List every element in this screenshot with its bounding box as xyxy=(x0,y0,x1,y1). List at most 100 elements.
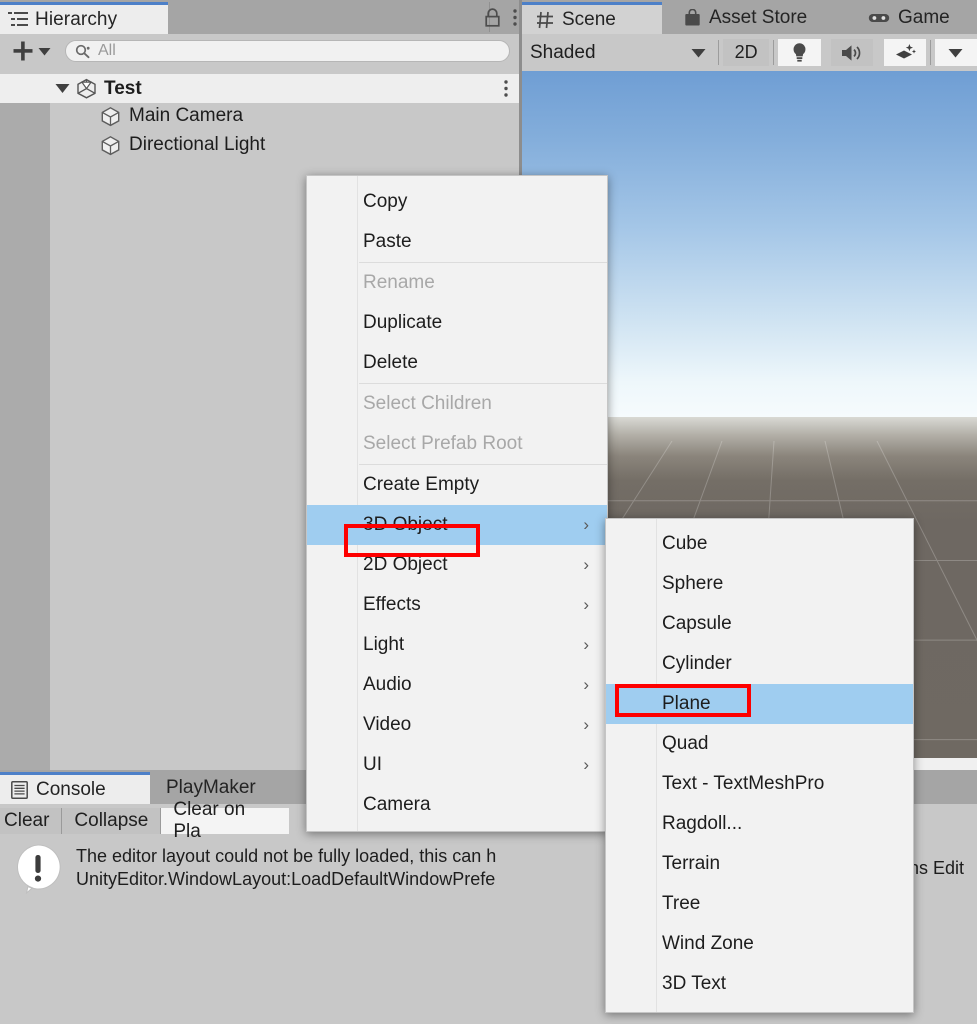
submenu-item-ragdoll[interactable]: Ragdoll... xyxy=(606,804,913,844)
tab-console[interactable]: Console xyxy=(0,772,150,804)
toolbar-separator xyxy=(877,40,880,65)
tab-game[interactable]: Game xyxy=(854,2,974,34)
draw-mode-dropdown[interactable]: Shaded xyxy=(522,39,714,66)
toggle-2d-label: 2D xyxy=(734,42,758,62)
hierarchy-list-icon xyxy=(8,11,28,29)
clear-button[interactable]: Clear xyxy=(0,807,62,834)
kebab-menu-icon[interactable] xyxy=(512,8,518,27)
hierarchy-item-directional-light[interactable]: Directional Light xyxy=(100,134,265,156)
submenu-item-3d-text[interactable]: 3D Text xyxy=(606,964,913,1004)
gameobject-cube-icon xyxy=(100,106,121,127)
menu-item-light[interactable]: Light › xyxy=(307,625,607,665)
effects-layers-icon xyxy=(894,43,917,62)
submenu-item-text-textmeshpro[interactable]: Text - TextMeshPro xyxy=(606,764,913,804)
menu-item-effects[interactable]: Effects › xyxy=(307,585,607,625)
menu-item-label: Select Prefab Root xyxy=(363,433,523,454)
add-gameobject-button[interactable] xyxy=(8,40,55,62)
scene-effects-button[interactable] xyxy=(884,39,927,66)
collapse-button[interactable]: Collapse xyxy=(62,807,161,834)
menu-item-audio[interactable]: Audio › xyxy=(307,665,607,705)
menu-item-label: 2D Object xyxy=(363,554,448,575)
tab-hierarchy[interactable]: Hierarchy xyxy=(0,2,168,34)
console-log-overflow: ns Edit xyxy=(903,837,977,899)
tab-asset-store[interactable]: Asset Store xyxy=(670,2,838,34)
hierarchy-item-label: Main Camera xyxy=(129,105,244,126)
hierarchy-search-input[interactable]: All xyxy=(65,40,510,62)
scene-toolbar: Shaded 2D xyxy=(522,34,977,71)
gameobject-cube-icon xyxy=(100,135,121,156)
menu-item-label: Paste xyxy=(363,231,412,252)
tab-scene-label: Scene xyxy=(562,8,616,30)
toolbar-separator xyxy=(825,40,828,65)
submenu-item-terrain[interactable]: Terrain xyxy=(606,844,913,884)
menu-item-2d-object[interactable]: 2D Object › xyxy=(307,545,607,585)
chevron-right-icon: › xyxy=(583,635,589,654)
gamepad-icon xyxy=(868,11,890,25)
console-log-right-fragment: ns Edit xyxy=(909,857,965,878)
console-log-line1: The editor layout could not be fully loa… xyxy=(76,846,497,866)
menu-item-3d-object[interactable]: 3D Object › xyxy=(307,505,607,545)
toolbar-separator xyxy=(930,40,931,65)
submenu-item-plane[interactable]: Plane xyxy=(606,684,913,724)
error-bubble-icon xyxy=(12,842,64,894)
tab-game-label: Game xyxy=(898,7,950,28)
hierarchy-row-test[interactable]: Test xyxy=(0,74,522,103)
clear-on-play-button[interactable]: Clear on Pla xyxy=(161,799,290,842)
lightbulb-icon xyxy=(791,42,808,63)
submenu-item-label: Tree xyxy=(662,893,701,914)
toolbar-separator xyxy=(717,40,719,65)
chevron-down-icon xyxy=(948,48,963,58)
menu-item-label: Select Children xyxy=(363,393,492,414)
menu-item-camera[interactable]: Camera xyxy=(307,785,607,825)
foldout-arrow-icon[interactable] xyxy=(55,83,70,94)
collapse-label: Collapse xyxy=(74,809,149,831)
menu-item-paste[interactable]: Paste xyxy=(307,222,607,262)
menu-item-copy[interactable]: Copy xyxy=(307,182,607,222)
speaker-icon xyxy=(841,44,864,62)
menu-item-label: Video xyxy=(363,714,412,735)
menu-item-ui[interactable]: UI › xyxy=(307,745,607,785)
submenu-item-label: Ragdoll... xyxy=(662,813,743,834)
submenu-item-capsule[interactable]: Capsule xyxy=(606,604,913,644)
tab-scene[interactable]: Scene xyxy=(522,2,662,34)
hierarchy-item-main-camera[interactable]: Main Camera xyxy=(100,105,243,127)
menu-item-label: Copy xyxy=(363,191,408,212)
chevron-right-icon: › xyxy=(583,755,589,774)
submenu-item-tree[interactable]: Tree xyxy=(606,884,913,924)
lock-icon[interactable] xyxy=(485,7,500,27)
chevron-right-icon: › xyxy=(583,595,589,614)
clear-on-play-label: Clear on Pla xyxy=(173,798,246,842)
menu-item-select-prefab-root: Select Prefab Root xyxy=(307,424,607,464)
scene-effects-dropdown[interactable] xyxy=(934,39,977,66)
menu-item-label: UI xyxy=(363,754,382,775)
submenu-item-label: Text - TextMeshPro xyxy=(662,773,825,794)
draw-mode-label: Shaded xyxy=(530,41,596,63)
menu-item-video[interactable]: Video › xyxy=(307,705,607,745)
hierarchy-context-menu[interactable]: Copy Paste Rename Duplicate Delete Selec… xyxy=(306,175,608,832)
submenu-item-cylinder[interactable]: Cylinder xyxy=(606,644,913,684)
submenu-item-label: Terrain xyxy=(662,853,721,874)
clear-label: Clear xyxy=(4,809,50,831)
menu-item-rename: Rename xyxy=(307,263,607,303)
chevron-right-icon: › xyxy=(583,675,589,694)
toggle-audio-button[interactable] xyxy=(831,39,874,66)
submenu-item-quad[interactable]: Quad xyxy=(606,724,913,764)
menu-item-delete[interactable]: Delete xyxy=(307,343,607,383)
menu-item-label: Rename xyxy=(363,272,435,293)
menu-item-duplicate[interactable]: Duplicate xyxy=(307,303,607,343)
menu-item-label: Light xyxy=(363,634,405,655)
menu-item-create-empty[interactable]: Create Empty xyxy=(307,465,607,505)
shop-bag-icon xyxy=(684,9,701,27)
3d-object-submenu[interactable]: Cube Sphere Capsule Cylinder Plane Quad … xyxy=(605,518,914,1013)
chevron-down-icon xyxy=(691,48,706,58)
submenu-item-sphere[interactable]: Sphere xyxy=(606,564,913,604)
submenu-item-cube[interactable]: Cube xyxy=(606,524,913,564)
menu-item-label: Delete xyxy=(363,352,418,373)
console-log-line2: UnityEditor.WindowLayout:LoadDefaultWind… xyxy=(76,869,496,889)
toggle-lighting-button[interactable] xyxy=(778,39,821,66)
submenu-item-label: Wind Zone xyxy=(662,933,754,954)
menu-item-label: Effects xyxy=(363,594,421,615)
row-kebab-menu-icon[interactable] xyxy=(503,74,509,103)
submenu-item-wind-zone[interactable]: Wind Zone xyxy=(606,924,913,964)
toggle-2d-button[interactable]: 2D xyxy=(722,39,770,66)
